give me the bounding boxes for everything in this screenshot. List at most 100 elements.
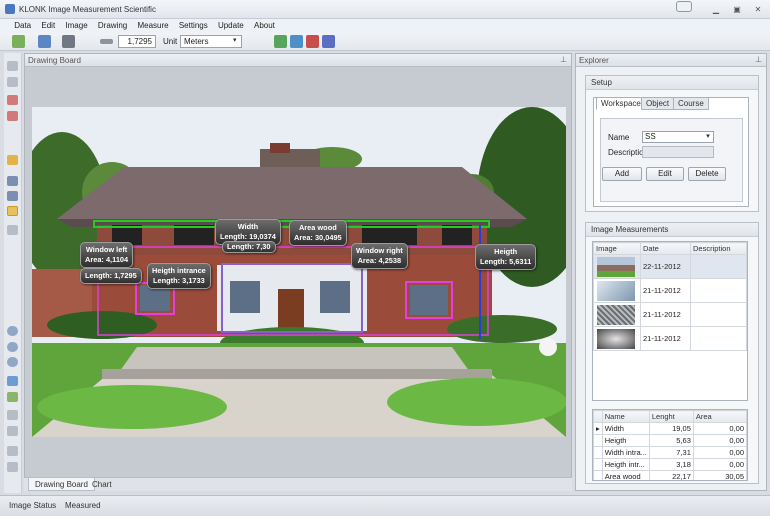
- fullscreen-icon[interactable]: [7, 376, 18, 386]
- area-tool-icon[interactable]: [7, 206, 18, 216]
- edit-button[interactable]: Edit: [646, 167, 684, 181]
- image-thumbnail: [597, 280, 635, 301]
- crop-icon[interactable]: [7, 446, 18, 456]
- highlight-tool-icon[interactable]: [7, 155, 18, 165]
- col-area[interactable]: Area: [692, 410, 747, 423]
- menu-settings[interactable]: Settings: [175, 19, 212, 33]
- measurement-row[interactable]: Area wood 22,17 30,05: [593, 470, 747, 480]
- minimize-icon[interactable]: ▁: [710, 5, 722, 14]
- measurement-area: 0,00: [692, 422, 747, 435]
- callout-window-left-value: Area: 4,1104: [85, 255, 129, 264]
- callout-heigth[interactable]: Heigth Length: 5,6311: [475, 244, 537, 270]
- col-image[interactable]: Image: [593, 242, 641, 255]
- status-measured: Measured: [65, 501, 101, 510]
- menu-data[interactable]: Data: [10, 19, 35, 33]
- pin-icon[interactable]: ⊥: [560, 55, 567, 64]
- image-row[interactable]: 22-11-2012: [593, 254, 747, 279]
- status-bar: Image Status Measured: [0, 495, 770, 516]
- drawing-board-header: Drawing Board ⊥: [25, 54, 571, 67]
- setup-tabpanel: Workspace Object Course Name SS ▾ Descri…: [593, 97, 749, 207]
- measurement-name: Heigth intr...: [601, 458, 650, 471]
- image-date: 21-11-2012: [640, 278, 691, 303]
- tab-object[interactable]: Object: [641, 97, 675, 110]
- export-icon[interactable]: [322, 35, 335, 48]
- delete-button[interactable]: Delete: [688, 167, 726, 181]
- tab-course[interactable]: Course: [673, 97, 709, 110]
- images-grid: Image Date Description 22-11-2012 21-11-20…: [592, 241, 748, 401]
- copy-tool-icon[interactable]: [7, 77, 18, 87]
- title-bar: KLONK Image Measurement Scientific ▁ ▣ ✕: [0, 0, 770, 19]
- callout-heigth-intrance[interactable]: Heigth intrance Length: 3,1733: [147, 263, 211, 289]
- tab-drawing-board[interactable]: Drawing Board: [28, 478, 95, 491]
- zoom-fit-icon[interactable]: [7, 357, 18, 367]
- image-date: 22-11-2012: [640, 254, 691, 279]
- unit-dropdown-icon[interactable]: ▾: [233, 36, 241, 47]
- measurement-row[interactable]: Width intra... 7,31 0,00: [593, 446, 747, 459]
- restore-help-icon[interactable]: [676, 1, 692, 12]
- close-icon[interactable]: ✕: [752, 5, 764, 14]
- col-name[interactable]: Name: [601, 410, 650, 423]
- undo-icon[interactable]: [7, 410, 18, 420]
- image-measurements-group: Image Measurements Image Date Description …: [585, 222, 759, 484]
- maximize-icon[interactable]: ▣: [731, 5, 743, 14]
- print-icon[interactable]: [62, 35, 75, 48]
- measurement-name: Area wood: [601, 470, 650, 480]
- polyline-tool-icon[interactable]: [7, 191, 18, 201]
- clear-tool-icon[interactable]: [7, 95, 18, 105]
- menu-image[interactable]: Image: [61, 19, 91, 33]
- callout-window-right[interactable]: Window right Area: 4,2538: [351, 243, 408, 269]
- delete-icon[interactable]: [306, 35, 319, 48]
- col-description[interactable]: Description: [690, 242, 747, 255]
- menu-about[interactable]: About: [250, 19, 279, 33]
- menu-measure[interactable]: Measure: [133, 19, 172, 33]
- measurement-row[interactable]: ▸ Width 19,05 0,00: [593, 422, 747, 435]
- col-length[interactable]: Lenght: [648, 410, 694, 423]
- measurement-length: 7,31: [648, 446, 694, 459]
- image-row[interactable]: 21-11-2012: [593, 302, 747, 327]
- remove-tool-icon[interactable]: [7, 111, 18, 121]
- open-icon[interactable]: [38, 35, 51, 48]
- line-width-icon[interactable]: [100, 39, 113, 44]
- menu-update[interactable]: Update: [214, 19, 248, 33]
- scale-input[interactable]: 1,7295: [118, 35, 156, 48]
- add-button[interactable]: Add: [602, 167, 642, 181]
- callout-area-wood-name: Area wood: [298, 223, 337, 232]
- pan-icon[interactable]: [7, 392, 18, 402]
- callout-heigth-name: Heigth: [494, 247, 518, 256]
- image-thumbnail: [597, 328, 635, 349]
- zoom-out-icon[interactable]: [7, 342, 18, 352]
- callout-width-name: Width: [237, 222, 259, 231]
- explorer-header: Explorer ⊥: [576, 54, 766, 67]
- callout-roof-value: Length: 1,7295: [85, 271, 137, 280]
- callout-roof[interactable]: Length: 1,7295: [80, 268, 142, 284]
- tab-workspace[interactable]: Workspace: [596, 97, 646, 110]
- callout-width-intrance[interactable]: Length: 7,30: [222, 241, 276, 253]
- new-icon[interactable]: [12, 35, 25, 48]
- menu-edit[interactable]: Edit: [37, 19, 59, 33]
- image-row[interactable]: 21-11-2012: [593, 326, 747, 351]
- measurement-row[interactable]: Heigth 5,63 0,00: [593, 434, 747, 447]
- tab-chart[interactable]: Chart: [86, 478, 118, 491]
- menu-bar: Data Edit Image Drawing Measure Settings…: [0, 19, 770, 33]
- image-thumbnail: [597, 304, 635, 325]
- measurement-row[interactable]: Heigth intr... 3,18 0,00: [593, 458, 747, 471]
- zoom-in-icon[interactable]: [7, 326, 18, 336]
- menu-drawing[interactable]: Drawing: [94, 19, 131, 33]
- measurement-area: 0,00: [692, 458, 747, 471]
- app-logo-icon: [5, 4, 15, 14]
- image-row[interactable]: 21-11-2012: [593, 278, 747, 303]
- callout-area-wood[interactable]: Area wood Area: 30,0495: [289, 220, 347, 246]
- save-icon[interactable]: [290, 35, 303, 48]
- redo-icon[interactable]: [7, 426, 18, 436]
- refresh-icon[interactable]: [274, 35, 287, 48]
- explorer-pin-icon[interactable]: ⊥: [755, 55, 762, 64]
- grid-icon[interactable]: [7, 462, 18, 472]
- select-tool-icon[interactable]: [7, 61, 18, 71]
- description-input[interactable]: [642, 146, 714, 158]
- callout-window-left[interactable]: Window left Area: 4,1104: [80, 242, 134, 268]
- col-date[interactable]: Date: [640, 242, 691, 255]
- line-tool-icon[interactable]: [7, 176, 18, 186]
- angle-tool-icon[interactable]: [7, 225, 18, 235]
- callout-heigth-intrance-value: Length: 3,1733: [153, 276, 205, 285]
- name-dropdown-icon[interactable]: ▾: [703, 132, 713, 142]
